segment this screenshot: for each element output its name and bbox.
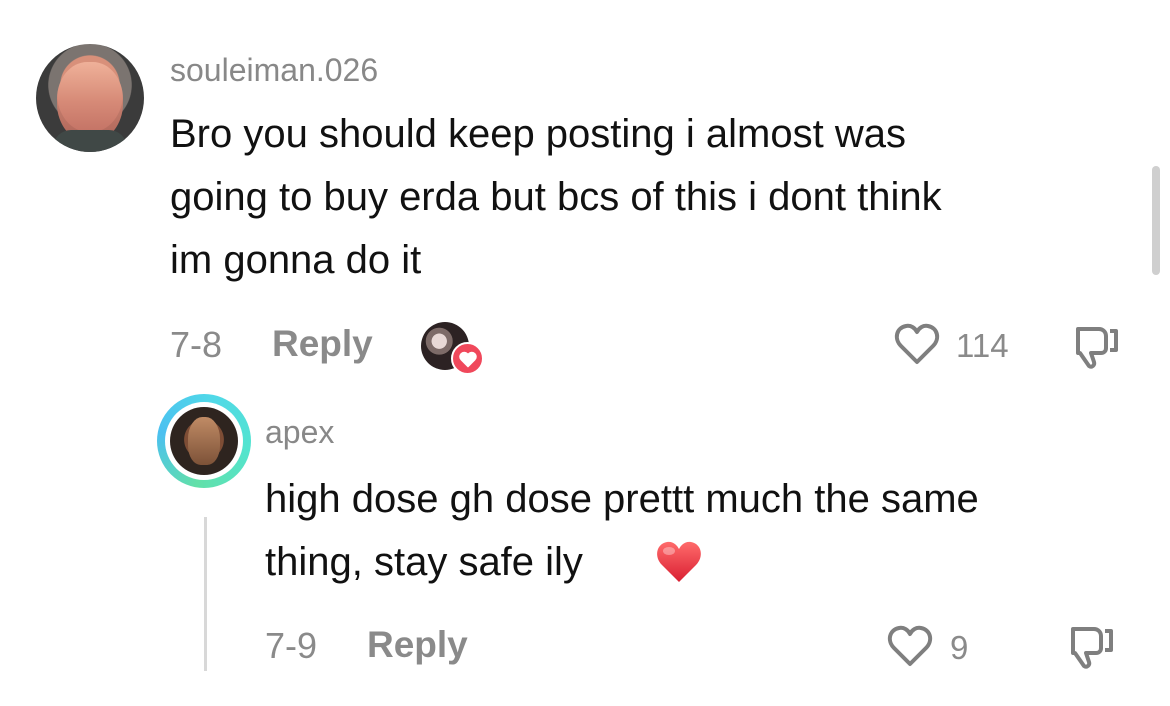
scrollbar[interactable] — [1152, 166, 1160, 275]
reply-button[interactable]: Reply — [272, 323, 373, 365]
reply-like-count: 9 — [950, 629, 969, 666]
thread-line — [204, 517, 207, 671]
reply-date: 7-9 — [265, 625, 318, 666]
comment-line-2: going to buy erda but bcs of this i dont… — [170, 175, 942, 219]
liked-badge-heart-icon — [451, 342, 484, 375]
user-avatar-souleiman[interactable] — [36, 44, 144, 152]
comment-line-1: Bro you should keep posting i almost was — [170, 112, 906, 156]
like-count: 114 — [956, 327, 1009, 364]
heart-icon[interactable] — [893, 322, 941, 366]
reply-line-1: high dose gh dose prettt much the same — [265, 477, 979, 521]
reply-line-2: thing, stay safe ily — [265, 540, 583, 584]
heart-icon[interactable] — [886, 624, 934, 668]
red-heart-emoji — [657, 541, 701, 582]
thumbs-down-icon[interactable] — [1071, 322, 1123, 370]
reply-button-2[interactable]: Reply — [367, 624, 468, 666]
comment-date: 7-8 — [170, 324, 223, 365]
comment-line-3: im gonna do it — [170, 238, 422, 282]
username-souleiman[interactable]: souleiman.026 — [170, 52, 378, 89]
username-apex[interactable]: apex — [265, 414, 334, 451]
user-avatar-apex[interactable] — [170, 407, 238, 475]
thumbs-down-icon[interactable] — [1066, 622, 1118, 670]
